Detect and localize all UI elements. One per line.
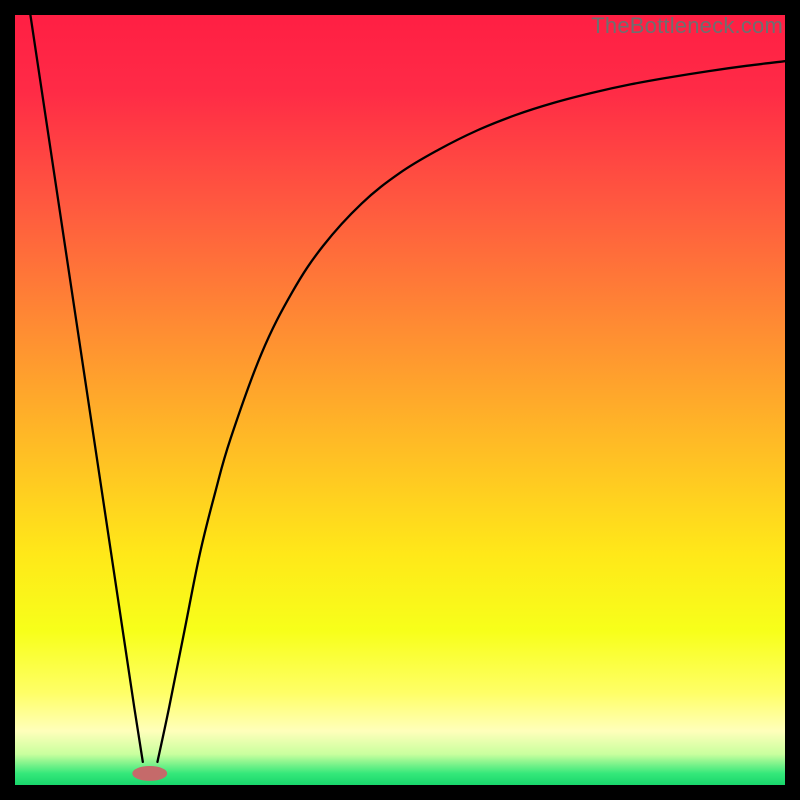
minimum-marker: [133, 767, 167, 781]
gradient-background: [15, 15, 785, 785]
watermark-text: TheBottleneck.com: [591, 13, 783, 39]
chart-frame: TheBottleneck.com: [15, 15, 785, 785]
bottleneck-chart: [15, 15, 785, 785]
